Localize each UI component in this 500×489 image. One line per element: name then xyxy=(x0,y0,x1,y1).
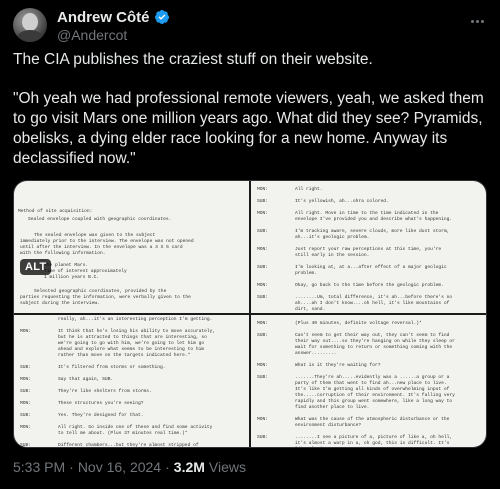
speaker-label: SUB: xyxy=(257,295,269,300)
views-count: 3.2M xyxy=(173,459,205,475)
speaker-label: MON: xyxy=(20,425,32,430)
transcript-line: really, ah...it's an interesting percept… xyxy=(58,317,213,322)
speaker-label: SUB: xyxy=(257,375,269,380)
transcript-line: ah...it's geologic problem. xyxy=(295,235,370,240)
speaker-label: SUB: xyxy=(20,389,32,394)
speaker-label: SUB: xyxy=(20,365,32,370)
transcript-line: still early in the session. xyxy=(295,253,370,258)
avatar[interactable] xyxy=(13,8,47,42)
speaker-label: MON: xyxy=(257,211,269,216)
transcript-line: envelope I've provided you and describe … xyxy=(295,217,453,222)
speaker-label: SUB: xyxy=(257,229,269,234)
transcript-line: problem. xyxy=(295,271,318,276)
transcript-line: Okay, go back to the time before the geo… xyxy=(295,283,444,288)
transcript-line: find another place to live. xyxy=(295,405,370,410)
speaker-label: MON: xyxy=(257,283,269,288)
tweet-date[interactable]: Nov 16, 2024 xyxy=(78,459,161,475)
tweet-text: The CIA publishes the craziest stuff on … xyxy=(13,50,489,188)
tweet-paragraph-1: The CIA publishes the craziest stuff on … xyxy=(13,51,373,68)
transcript-line: It's filtered from storms or something. xyxy=(58,365,166,370)
document-image-2[interactable]: MON: All right. SUB: It's yellowish, ah...o… xyxy=(251,181,486,313)
author-handle[interactable]: @Andercot xyxy=(57,27,127,43)
transcript-line: They're like shelters from storms. xyxy=(58,389,152,394)
document-image-1[interactable]: Method of site acquisition: Sealed envelo… xyxy=(14,181,249,313)
speaker-label: MON: xyxy=(257,363,269,368)
meta-separator: · xyxy=(165,459,170,475)
speaker-label: MON: xyxy=(257,417,269,422)
document-line: 1 million years B.C. xyxy=(44,275,100,280)
speaker-label: MON: xyxy=(257,187,269,192)
avatar-body-shape xyxy=(17,30,43,42)
document-line: Method of site acquisition: xyxy=(18,209,93,214)
speaker-label: MON: xyxy=(257,321,269,326)
speaker-label: MON: xyxy=(20,401,32,406)
document-image-4[interactable]: MON: (Plus 40 minutes, definite voltage r… xyxy=(251,315,486,448)
document-image-3[interactable]: really, ah...it's an interesting percept… xyxy=(14,315,249,448)
transcript-line: answer......... xyxy=(295,351,337,356)
speaker-label: MON: xyxy=(20,329,32,334)
tweet-time[interactable]: 5:33 PM xyxy=(13,459,65,475)
speaker-label: SUB: xyxy=(20,413,32,418)
transcript-line: I'm looking at, at a...after effect of a… xyxy=(295,265,447,270)
document-line: Sealed envelope coupled with geographic … xyxy=(28,217,172,222)
transcript-line: What is it they're waiting for? xyxy=(295,363,381,368)
transcript-line: All right. xyxy=(295,187,323,192)
tweet-meta: 5:33 PM · Nov 16, 2024 · 3.2M Views xyxy=(13,459,246,475)
transcript-line: (Plus 40 minutes, definite voltage rever… xyxy=(295,321,422,326)
transcript-line: to tell me about. (Plus 37 minutes real … xyxy=(58,431,188,436)
author-display-name[interactable]: Andrew Côté xyxy=(57,9,150,26)
alt-badge[interactable]: ALT xyxy=(20,259,52,275)
document-line: subject during the interview. xyxy=(20,301,100,306)
transcript-line: like, let's see--- xyxy=(295,447,345,448)
verified-badge-icon xyxy=(154,10,169,24)
tweet-header: Andrew Côté @Andercot xyxy=(13,6,487,46)
transcript-line: Say that again, SUB. xyxy=(58,377,114,382)
transcript-line: Yes. They're designed for that. xyxy=(58,413,144,418)
transcript-line: It's yellowish, ah...ohra colored. xyxy=(295,199,389,204)
transcript-line: rather than move on the targets indicate… xyxy=(58,353,191,358)
speaker-label: SUB: xyxy=(257,435,269,440)
transcript-line: Different chambers...but they're almost … xyxy=(58,443,199,448)
transcript-line: These structures you're seeing? xyxy=(58,401,144,406)
transcript-line: environment disturbance? xyxy=(295,423,362,428)
speaker-label: SUB: xyxy=(257,199,269,204)
views-label: Views xyxy=(208,459,246,475)
speaker-label: SUB: xyxy=(257,265,269,270)
speaker-label: SUB: xyxy=(257,333,269,338)
speaker-label: MON: xyxy=(20,377,32,382)
more-options-icon[interactable] xyxy=(467,14,487,28)
transcript-line: dirt, sand. xyxy=(295,307,326,312)
author-name-row: Andrew Côté xyxy=(57,8,170,26)
avatar-head-shape xyxy=(22,13,38,31)
media-grid[interactable]: Method of site acquisition: Sealed envelo… xyxy=(13,180,487,448)
speaker-label: MON: xyxy=(257,247,269,252)
speaker-label: SUB: xyxy=(20,443,32,448)
meta-separator: · xyxy=(69,459,74,475)
document-line: with the following information. xyxy=(20,251,106,256)
tweet-paragraph-2: "Oh yeah we had professional remote view… xyxy=(13,90,484,167)
